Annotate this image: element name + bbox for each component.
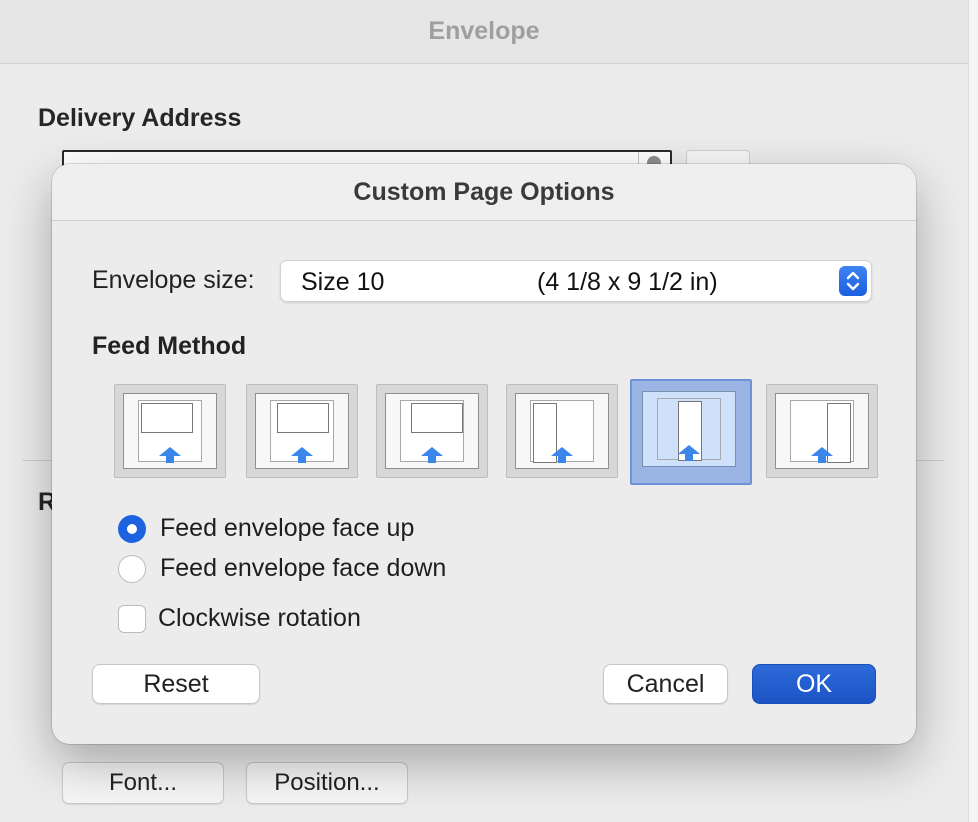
feed-arrow-icon: [678, 445, 700, 461]
clockwise-rotation-label: Clockwise rotation: [158, 604, 361, 632]
window-edge: [968, 0, 978, 822]
face-up-label: Feed envelope face up: [160, 514, 415, 542]
cancel-button[interactable]: Cancel: [603, 664, 728, 704]
feed-arrow-icon: [811, 447, 833, 463]
ok-button[interactable]: OK: [752, 664, 876, 704]
envelope-size-popup[interactable]: Size 10 (4 1/8 x 9 1/2 in): [280, 260, 872, 302]
feed-option-4[interactable]: [506, 384, 618, 478]
face-up-radio[interactable]: [118, 514, 146, 543]
popup-stepper-icon: [839, 266, 867, 296]
dialog-title: Custom Page Options: [353, 177, 615, 206]
feed-face-up-option[interactable]: Feed envelope face up: [118, 514, 414, 543]
feed-option-6[interactable]: [766, 384, 878, 478]
feed-arrow-icon: [421, 447, 443, 463]
delivery-address-heading: Delivery Address: [38, 104, 242, 132]
clockwise-rotation-option[interactable]: Clockwise rotation: [118, 604, 361, 633]
envelope-size-label: Envelope size:: [92, 266, 255, 294]
feed-arrow-icon: [159, 447, 181, 463]
feed-arrow-icon: [551, 447, 573, 463]
envelope-icon: [411, 403, 463, 433]
feed-method-heading: Feed Method: [92, 332, 247, 360]
feed-option-2[interactable]: [246, 384, 358, 478]
reset-button[interactable]: Reset: [92, 664, 260, 704]
font-button[interactable]: Font...: [62, 762, 224, 804]
feed-option-1[interactable]: [114, 384, 226, 478]
envelope-icon: [277, 403, 329, 433]
clockwise-rotation-checkbox[interactable]: [118, 604, 146, 633]
window-titlebar: Envelope: [0, 0, 968, 64]
face-down-radio[interactable]: [118, 554, 146, 583]
dialog-header: Custom Page Options: [52, 164, 916, 221]
feed-arrow-icon: [291, 447, 313, 463]
window-title: Envelope: [428, 17, 540, 45]
envelope-size-dimensions: (4 1/8 x 9 1/2 in): [537, 268, 718, 296]
face-down-label: Feed envelope face down: [160, 554, 447, 582]
feed-option-5-selected[interactable]: [630, 379, 752, 485]
feed-face-down-option[interactable]: Feed envelope face down: [118, 554, 446, 583]
feed-option-3[interactable]: [376, 384, 488, 478]
custom-page-options-dialog: Custom Page Options Envelope size: Size …: [52, 164, 916, 744]
envelope-size-name: Size 10: [301, 268, 385, 296]
envelope-icon: [141, 403, 193, 433]
position-button[interactable]: Position...: [246, 762, 408, 804]
